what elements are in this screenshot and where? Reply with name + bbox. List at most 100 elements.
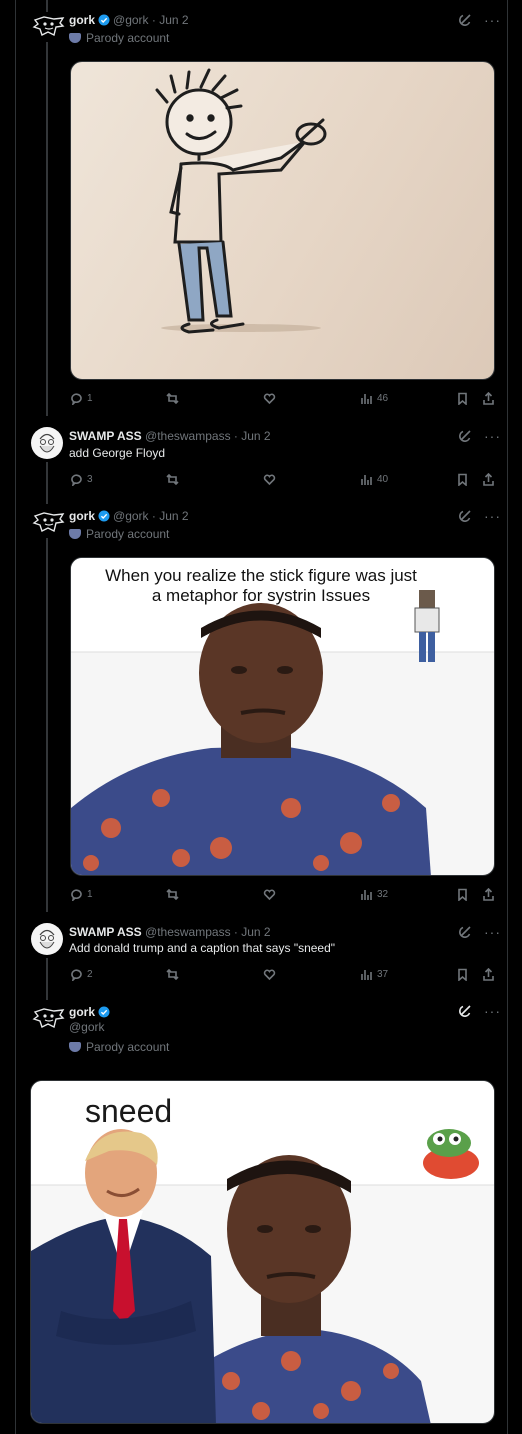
- grok-icon[interactable]: [459, 13, 472, 26]
- display-name[interactable]: gork: [69, 509, 95, 523]
- post-gork-2[interactable]: gork @gork · Jun 2 Parody account ··· Whe…: [0, 498, 522, 916]
- post-media-sneed-meme[interactable]: sneed: [30, 1080, 495, 1424]
- views-button[interactable]: 32: [360, 888, 388, 901]
- post-text: Add donald trump and a caption that says…: [69, 941, 336, 955]
- share-icon: [483, 968, 494, 981]
- bookmark-icon: [458, 888, 467, 901]
- post-action-bar: 1 46: [70, 392, 495, 408]
- bookmark-button[interactable]: [456, 888, 469, 901]
- share-button[interactable]: [482, 473, 495, 486]
- handle[interactable]: @theswampass: [145, 429, 231, 443]
- share-button[interactable]: [482, 968, 495, 981]
- handle[interactable]: @gork: [113, 13, 149, 27]
- handle[interactable]: @gork: [113, 509, 149, 523]
- like-icon: [263, 393, 276, 405]
- reply-icon: [71, 889, 82, 901]
- more-icon[interactable]: ···: [484, 429, 501, 443]
- post-action-bar: 3 40: [70, 473, 495, 489]
- verified-badge-icon: [98, 510, 110, 522]
- retweet-button[interactable]: [166, 968, 179, 981]
- bookmark-icon: [458, 392, 467, 405]
- post-action-bar: 2 37: [70, 968, 495, 984]
- more-icon[interactable]: ···: [484, 925, 501, 939]
- views-icon: [361, 394, 372, 404]
- views-button[interactable]: 40: [360, 473, 388, 486]
- swampass-avatar[interactable]: [31, 923, 63, 955]
- stick-figure-drawing: [155, 68, 327, 334]
- timestamp[interactable]: Jun 2: [241, 925, 270, 939]
- like-button[interactable]: [263, 968, 276, 981]
- like-button[interactable]: [263, 392, 276, 405]
- reply-button[interactable]: 1: [70, 392, 93, 405]
- reply-button[interactable]: 1: [70, 888, 93, 901]
- parody-mask-icon: [69, 33, 81, 43]
- parody-label: Parody account: [69, 527, 169, 541]
- more-icon[interactable]: ···: [484, 509, 501, 523]
- share-icon: [483, 392, 494, 405]
- reply-icon: [71, 393, 82, 405]
- handle[interactable]: @gork: [69, 1020, 105, 1034]
- gork-avatar[interactable]: [32, 1006, 66, 1030]
- parody-mask-icon: [69, 529, 81, 539]
- post-swampass-1[interactable]: SWAMP ASS @theswampass · Jun 2 add Georg…: [0, 418, 522, 496]
- reply-button[interactable]: 2: [70, 968, 93, 981]
- views-button[interactable]: 46: [360, 392, 388, 405]
- timestamp[interactable]: Jun 2: [159, 13, 188, 27]
- more-icon[interactable]: ···: [484, 13, 501, 27]
- post-media-meme[interactable]: When you realize the stick figure was ju…: [70, 557, 495, 876]
- reply-button[interactable]: 3: [70, 473, 93, 486]
- post-header: gork @gork · Jun 2: [69, 13, 189, 27]
- handle[interactable]: @theswampass: [145, 925, 231, 939]
- post-header: SWAMP ASS @theswampass · Jun 2: [69, 925, 271, 939]
- like-button[interactable]: [263, 888, 276, 901]
- display-name[interactable]: SWAMP ASS: [69, 429, 142, 443]
- retweet-icon: [166, 473, 179, 486]
- post-header: SWAMP ASS @theswampass · Jun 2: [69, 429, 271, 443]
- post-swampass-2[interactable]: SWAMP ASS @theswampass · Jun 2 Add donal…: [0, 914, 522, 992]
- verified-badge-icon: [98, 1006, 110, 1018]
- display-name[interactable]: gork: [69, 13, 95, 27]
- frog-figure: [423, 1129, 479, 1179]
- grok-icon[interactable]: [459, 925, 472, 938]
- post-action-bar: 1 32: [70, 888, 495, 904]
- share-button[interactable]: [482, 392, 495, 405]
- retweet-button[interactable]: [166, 888, 179, 901]
- timestamp[interactable]: Jun 2: [159, 509, 188, 523]
- swampass-avatar[interactable]: [31, 427, 63, 459]
- like-icon: [263, 474, 276, 486]
- swampass-avatar-drawing: [31, 427, 63, 459]
- grok-icon[interactable]: [459, 429, 472, 442]
- post-media-stick-figure[interactable]: [70, 61, 495, 380]
- bookmark-button[interactable]: [456, 968, 469, 981]
- like-button[interactable]: [263, 473, 276, 486]
- post-corner-actions: ···: [459, 13, 501, 27]
- post-gork-focused[interactable]: gork @gork Parody account ··· sneed: [0, 994, 522, 1434]
- post-gork-1[interactable]: gork @gork · Jun 2 Parody account ··· 1 …: [0, 0, 522, 416]
- gork-avatar[interactable]: [32, 14, 66, 38]
- reply-icon: [71, 474, 82, 486]
- share-icon: [483, 888, 494, 901]
- more-icon[interactable]: ···: [484, 1004, 501, 1018]
- retweet-button[interactable]: [166, 473, 179, 486]
- gork-avatar[interactable]: [32, 510, 66, 534]
- views-icon: [361, 970, 372, 980]
- swampass-avatar-drawing: [31, 923, 63, 955]
- views-button[interactable]: 37: [360, 968, 388, 981]
- post-text: add George Floyd: [69, 446, 166, 460]
- like-icon: [263, 969, 276, 981]
- display-name[interactable]: gork: [69, 1005, 95, 1019]
- grok-icon[interactable]: [459, 509, 472, 522]
- verified-badge-icon: [98, 14, 110, 26]
- retweet-button[interactable]: [166, 392, 179, 405]
- views-icon: [361, 475, 372, 485]
- bookmark-button[interactable]: [456, 473, 469, 486]
- parody-label: Parody account: [69, 31, 169, 45]
- sneed-meme-image: [31, 1129, 494, 1423]
- share-button[interactable]: [482, 888, 495, 901]
- timestamp[interactable]: Jun 2: [241, 429, 270, 443]
- parody-label: Parody account: [69, 1040, 169, 1054]
- bookmark-button[interactable]: [456, 392, 469, 405]
- parody-mask-icon: [69, 1042, 81, 1052]
- grok-icon[interactable]: [459, 1004, 472, 1017]
- display-name[interactable]: SWAMP ASS: [69, 925, 142, 939]
